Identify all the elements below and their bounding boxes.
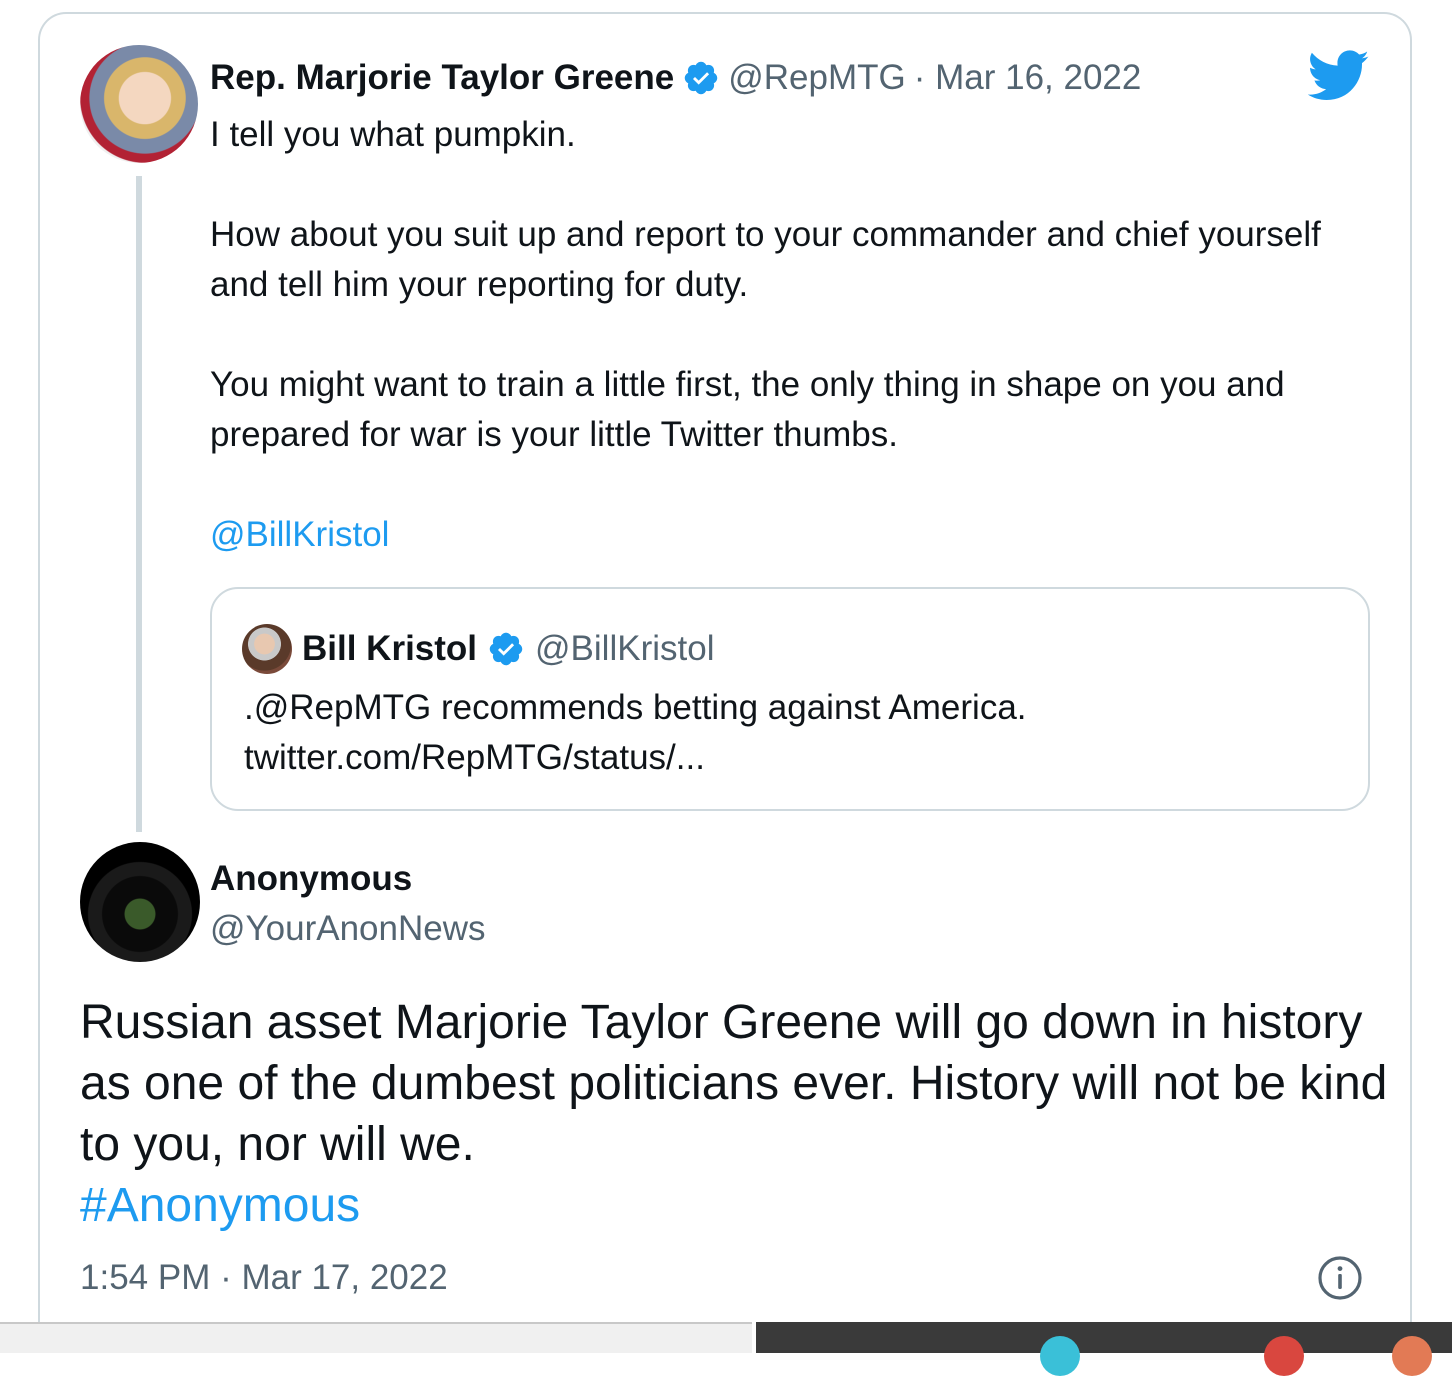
tweet-date[interactable]: · Mar 16, 2022 xyxy=(914,58,1142,98)
tweet-header: Rep. Marjorie Taylor Greene @RepMTG · Ma… xyxy=(210,54,1141,102)
author-handle[interactable]: @RepMTG xyxy=(728,58,906,98)
hashtag-link[interactable]: #Anonymous xyxy=(80,1175,1390,1236)
quoted-tweet-text: .@RepMTG recommends betting against Amer… xyxy=(244,683,1344,783)
avatar-anonymous[interactable] xyxy=(80,842,200,962)
info-icon[interactable] xyxy=(1316,1254,1364,1302)
tweet-paragraph: How about you suit up and report to your… xyxy=(210,215,1321,304)
verified-badge-icon xyxy=(489,632,523,666)
taskbar-app-icon[interactable] xyxy=(1040,1336,1080,1376)
quoted-author-handle[interactable]: @BillKristol xyxy=(535,629,714,669)
avatar-repmtg[interactable] xyxy=(80,45,198,163)
taskbar-app-icon[interactable] xyxy=(1264,1336,1304,1376)
quoted-tweet-card[interactable]: Bill Kristol @BillKristol .@RepMTG recom… xyxy=(210,587,1370,811)
reply-author-handle[interactable]: @YourAnonNews xyxy=(210,906,486,952)
twitter-bird-icon[interactable] xyxy=(1308,50,1370,102)
reply-text: Russian asset Marjorie Taylor Greene wil… xyxy=(80,996,1388,1171)
tweet-text: I tell you what pumpkin. How about you s… xyxy=(210,110,1350,560)
avatar-billkristol[interactable] xyxy=(242,624,292,674)
reply-author-name[interactable]: Anonymous xyxy=(210,856,412,902)
reply-tweet-text: Russian asset Marjorie Taylor Greene wil… xyxy=(80,992,1390,1236)
tweet-paragraph: I tell you what pumpkin. xyxy=(210,115,576,154)
window-bottom-edge xyxy=(0,1322,752,1353)
thread-connector-line xyxy=(136,176,142,832)
tweet-paragraph: You might want to train a little first, … xyxy=(210,365,1285,454)
mention-link[interactable]: @BillKristol xyxy=(210,510,1350,560)
quoted-author-name[interactable]: Bill Kristol xyxy=(302,629,477,669)
taskbar-app-icon[interactable] xyxy=(1392,1336,1432,1376)
reply-timestamp[interactable]: 1:54 PM · Mar 17, 2022 xyxy=(80,1254,448,1302)
author-name[interactable]: Rep. Marjorie Taylor Greene xyxy=(210,58,674,98)
verified-badge-icon xyxy=(685,61,718,95)
quoted-text-line: .@RepMTG recommends betting against Amer… xyxy=(244,688,1027,727)
quoted-link[interactable]: twitter.com/RepMTG/status/... xyxy=(244,733,1344,783)
quoted-tweet-header: Bill Kristol @BillKristol xyxy=(242,622,714,676)
taskbar xyxy=(756,1322,1452,1376)
